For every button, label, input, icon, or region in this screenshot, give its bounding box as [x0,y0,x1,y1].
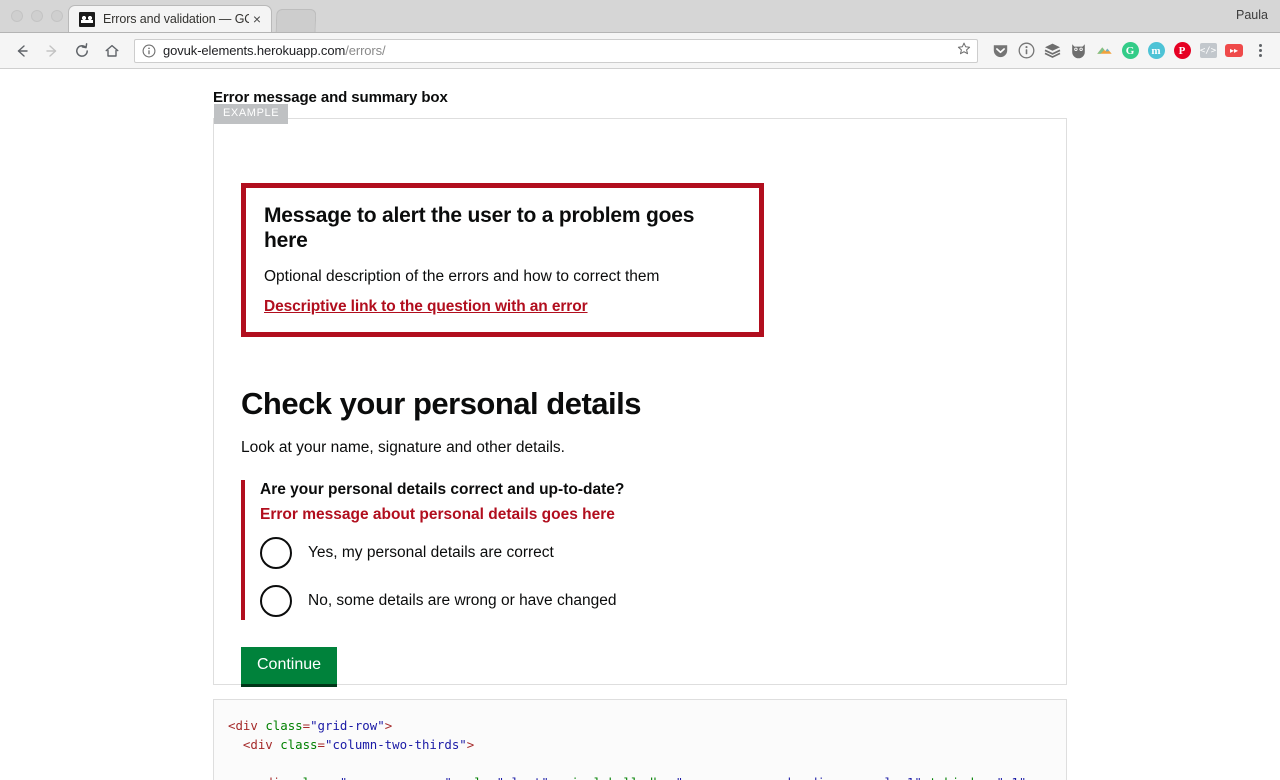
radio-circle-icon[interactable] [260,585,292,617]
info-icon[interactable] [1014,39,1038,63]
error-summary-heading: Message to alert the user to a problem g… [264,203,741,253]
code-token: "-1" [996,775,1026,780]
error-summary: Message to alert the user to a problem g… [241,183,764,337]
browser-window: Errors and validation — GOV.UK × Paula g… [0,0,1280,780]
example-badge: EXAMPLE [214,104,288,124]
reload-icon[interactable] [68,37,96,65]
radio-option-yes[interactable]: Yes, my personal details are correct [260,534,711,572]
code-token: class [265,718,302,733]
page-title: Error message and summary box [213,89,1067,106]
error-summary-description: Optional description of the errors and h… [264,267,741,287]
profile-name[interactable]: Paula [1236,8,1268,22]
code-token: = [318,737,325,752]
pinterest-icon[interactable]: P [1170,39,1194,63]
code-token: = [332,775,339,780]
code-token: "column-two-thirds" [325,737,467,752]
window-controls[interactable] [11,10,63,22]
form-lede: Look at your name, signature and other d… [241,438,1066,458]
radio-circle-icon[interactable] [260,537,292,569]
code-token: class [280,737,317,752]
form-legend: Are your personal details correct and up… [260,480,711,500]
code-token: class [295,775,332,780]
url-path: /errors/ [345,43,385,58]
code-sample-block: <div class="grid-row"> <div class="colum… [213,699,1067,780]
maximize-window-button[interactable] [51,10,63,22]
radio-label-yes: Yes, my personal details are correct [308,544,554,563]
grammarly-glyph: G [1122,42,1139,59]
code-token: tabindex [929,775,989,780]
radio-option-no[interactable]: No, some details are wrong or have chang… [260,582,711,620]
back-icon[interactable] [8,37,36,65]
address-bar[interactable]: govuk-elements.herokuapp.com/errors/ [134,39,978,63]
pocket-icon[interactable] [988,39,1012,63]
browser-menu-icon[interactable] [1248,44,1272,57]
code-glyph: </> [1200,43,1217,58]
code-icon[interactable]: </> [1196,39,1220,63]
radio-label-no: No, some details are wrong or have chang… [308,592,616,611]
code-token: > [467,737,474,752]
owl-icon[interactable] [1066,39,1090,63]
video-icon[interactable]: ▸▸ [1222,39,1246,63]
form-heading: Check your personal details [241,387,1066,421]
example-wrapper: EXAMPLE Message to alert the user to a p… [213,118,1067,780]
code-token: aria-labelledby [556,775,668,780]
tab-strip: Errors and validation — GOV.UK × Paula [0,0,1280,33]
example-inner: Message to alert the user to a problem g… [214,119,1066,684]
code-token: "grid-row" [310,718,385,733]
info-circle-icon[interactable] [142,44,156,58]
menu-dot [1259,44,1262,47]
video-glyph: ▸▸ [1225,44,1243,57]
forward-icon[interactable] [38,37,66,65]
pinterest-glyph: P [1174,42,1191,59]
url-domain: govuk-elements.herokuapp.com [163,43,345,58]
layers-icon[interactable] [1040,39,1064,63]
code-token: role [459,775,489,780]
tab-title: Errors and validation — GOV.UK [103,12,249,26]
grammarly-icon[interactable]: G [1118,39,1142,63]
radio-form-group: Are your personal details correct and up… [241,480,711,620]
mendeley-glyph: m [1148,42,1165,59]
menu-dot [1259,54,1262,57]
code-token: <div [228,718,265,733]
star-icon[interactable] [957,41,971,60]
govuk-crown-favicon [79,12,95,27]
minimize-window-button[interactable] [31,10,43,22]
home-icon[interactable] [98,37,126,65]
code-token: = [489,775,496,780]
code-sample-text: <div class="grid-row"> <div class="colum… [228,716,1066,780]
example-box: EXAMPLE Message to alert the user to a p… [213,118,1067,685]
continue-button[interactable]: Continue [241,647,337,684]
code-token: > [385,718,392,733]
code-token: "alert" [497,775,549,780]
inline-error-message: Error message about personal details goe… [260,505,711,525]
code-token: = [668,775,675,780]
menu-dot [1259,49,1262,52]
error-summary-link[interactable]: Descriptive link to the question with an… [264,298,588,315]
close-icon[interactable]: × [249,12,265,26]
browser-toolbar: govuk-elements.herokuapp.com/errors/ G m [0,33,1280,69]
browser-tab-active[interactable]: Errors and validation — GOV.UK × [68,5,272,32]
code-token: "error-summary" [340,775,452,780]
close-window-button[interactable] [11,10,23,22]
code-token: <div [228,775,295,780]
page-viewport: Error message and summary box EXAMPLE Me… [0,70,1280,780]
code-token: > [1026,775,1033,780]
url-text: govuk-elements.herokuapp.com/errors/ [163,43,386,58]
mountain-icon[interactable] [1092,39,1116,63]
code-token: <div [228,737,280,752]
code-token: = [303,718,310,733]
background-tab[interactable] [276,9,317,32]
page-content: Error message and summary box EXAMPLE Me… [0,89,1280,780]
code-token: "error-summary-heading-example-1" [676,775,922,780]
mendeley-icon[interactable]: m [1144,39,1168,63]
